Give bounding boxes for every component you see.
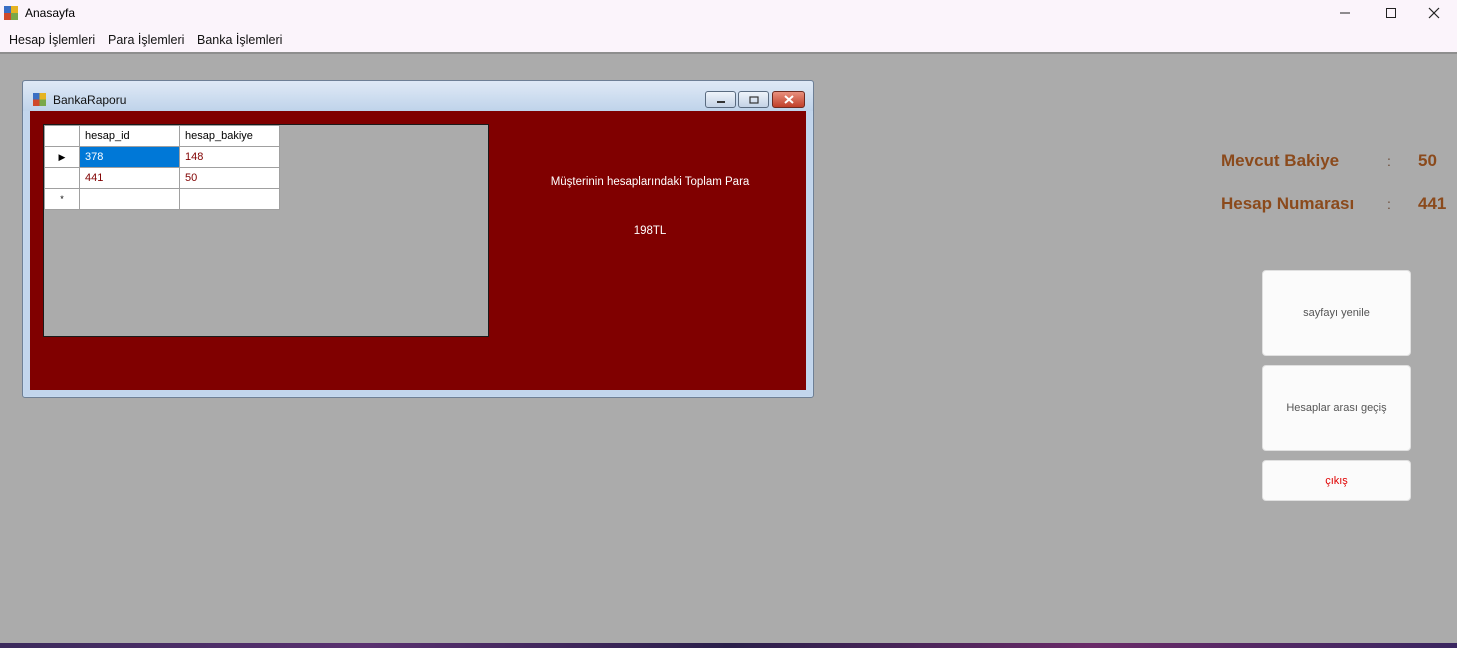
banka-raporu-window: BankaRaporu hesap_id hesap_bakiye ▶ 378 … [22, 80, 814, 398]
balance-value: 50 [1418, 151, 1437, 170]
child-title-bar: BankaRaporu [23, 81, 813, 111]
window-title: Anasayfa [25, 6, 76, 20]
menu-para-islemleri[interactable]: Para İşlemleri [108, 33, 184, 47]
close-icon [783, 95, 794, 104]
balance-label: Mevcut Bakiye [1221, 151, 1340, 170]
child-minimize-button[interactable] [705, 91, 736, 108]
title-bar: Anasayfa [0, 0, 1457, 26]
balance-colon: : [1387, 153, 1391, 169]
menu-hesap-islemleri[interactable]: Hesap İşlemleri [9, 33, 95, 47]
account-number-colon: : [1387, 196, 1391, 212]
child-restore-button[interactable] [738, 91, 769, 108]
account-number-label: Hesap Numarası [1221, 194, 1355, 213]
menu-banka-islemleri[interactable]: Banka İşlemleri [197, 33, 282, 47]
column-header-hesap-id[interactable]: hesap_id [79, 125, 180, 147]
new-row-icon: * [44, 188, 80, 210]
restore-icon [748, 95, 759, 104]
exit-button[interactable]: çıkış [1262, 460, 1411, 501]
close-icon [1428, 7, 1440, 19]
form-icon [33, 93, 46, 106]
total-money-label: Müşterinin hesaplarındaki Toplam Para [550, 176, 750, 188]
cell-hesap-id[interactable]: 441 [79, 167, 180, 189]
table-row[interactable]: ▶ 378 148 [44, 146, 280, 168]
current-row-icon: ▶ [44, 146, 80, 168]
total-money-value: 198TL [633, 225, 667, 237]
cell-hesap-bakiye[interactable] [179, 188, 280, 210]
app-icon [4, 6, 18, 20]
taskbar-edge [0, 643, 1457, 648]
close-button[interactable] [1411, 0, 1457, 26]
grid-header-row: hesap_id hesap_bakiye [44, 125, 280, 147]
maximize-icon [1386, 8, 1396, 18]
account-number-value: 441 [1418, 194, 1447, 213]
menu-bar: Hesap İşlemleri Para İşlemleri Banka İşl… [0, 26, 1457, 54]
row-header-corner [44, 125, 80, 147]
report-panel: hesap_id hesap_bakiye ▶ 378 148 441 50 * [30, 111, 806, 390]
cell-hesap-bakiye[interactable]: 50 [179, 167, 280, 189]
child-window-title: BankaRaporu [53, 93, 127, 107]
new-row[interactable]: * [44, 188, 280, 210]
minimize-icon [1340, 12, 1350, 14]
row-header [44, 167, 80, 189]
minimize-icon [716, 100, 725, 103]
account-transfer-button[interactable]: Hesaplar arası geçiş [1262, 365, 1411, 451]
table-row[interactable]: 441 50 [44, 167, 280, 189]
maximize-button[interactable] [1368, 0, 1414, 26]
column-header-hesap-bakiye[interactable]: hesap_bakiye [179, 125, 280, 147]
minimize-button[interactable] [1322, 0, 1368, 26]
child-close-button[interactable] [772, 91, 805, 108]
cell-hesap-bakiye[interactable]: 148 [179, 146, 280, 168]
cell-hesap-id[interactable] [79, 188, 180, 210]
cell-hesap-id[interactable]: 378 [79, 146, 180, 168]
accounts-grid[interactable]: hesap_id hesap_bakiye ▶ 378 148 441 50 * [43, 124, 489, 337]
refresh-button[interactable]: sayfayı yenile [1262, 270, 1411, 356]
